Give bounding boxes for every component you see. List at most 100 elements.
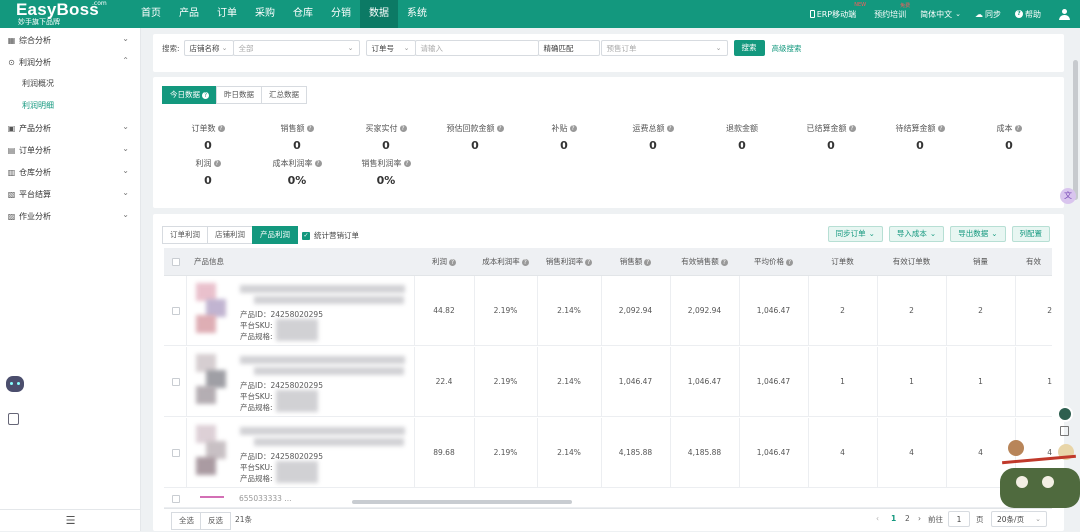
- product-thumbnail[interactable]: [196, 283, 226, 337]
- sidebar-item-1[interactable]: ▦ 综合分析 ⌄: [0, 29, 140, 51]
- training-link[interactable]: 预约培训 免费: [874, 3, 910, 20]
- order-field-select[interactable]: 订单号 ⌄: [365, 40, 416, 56]
- sidebar-item-4[interactable]: ▤ 订单分析 ⌄: [0, 139, 140, 161]
- table-cell: 2.14%: [557, 448, 581, 457]
- page-2[interactable]: 2: [905, 514, 910, 523]
- table-action-button-2[interactable]: 导入成本 ⌄: [888, 226, 945, 242]
- nav-item-7[interactable]: 数据: [360, 0, 398, 28]
- order-number-input[interactable]: 请输入: [414, 40, 539, 56]
- document-icon[interactable]: [8, 413, 19, 425]
- horizontal-scrollbar[interactable]: [352, 500, 572, 504]
- row-checkbox[interactable]: [172, 449, 180, 457]
- sidebar-item-6[interactable]: ▧ 平台结算 ⌄: [0, 183, 140, 205]
- row-checkbox[interactable]: [172, 495, 180, 503]
- stats-tab-3[interactable]: 汇总数据: [261, 86, 307, 104]
- question-icon: ?: [848, 125, 856, 132]
- page-size-select[interactable]: 20条/页 ⌄: [991, 511, 1047, 527]
- product-thumbnail[interactable]: [196, 425, 226, 479]
- nav-item-8[interactable]: 系统: [398, 0, 436, 28]
- table-action-button-1[interactable]: 同步订单 ⌄: [827, 226, 883, 242]
- column-header-5[interactable]: 销售额?: [601, 248, 670, 276]
- nav-item-2[interactable]: 产品: [170, 0, 208, 28]
- stat-label: 已结算金额: [806, 124, 847, 133]
- column-header-3[interactable]: 成本利润率?: [474, 248, 537, 276]
- profit-tab-2[interactable]: 店铺利润: [207, 226, 253, 244]
- profit-tab-3[interactable]: 产品利润: [252, 226, 298, 244]
- nav-item-3[interactable]: 订单: [208, 0, 246, 28]
- exact-match-toggle[interactable]: 精确匹配: [537, 40, 600, 56]
- brand-logo[interactable]: EasyBoss .com 妙手旗下品牌: [16, 1, 107, 26]
- select-all-checkbox[interactable]: [172, 258, 180, 266]
- table-row[interactable]: 655033333 ...: [164, 488, 1052, 508]
- column-header-7[interactable]: 平均价格?: [739, 248, 808, 276]
- chat-robot-icon[interactable]: [6, 376, 24, 392]
- help-button[interactable]: ? 帮助: [1015, 9, 1041, 20]
- column-header-2[interactable]: 利润?: [414, 248, 474, 276]
- column-header-1[interactable]: 产品信息: [186, 248, 414, 276]
- column-header-label: 订单数: [831, 257, 854, 266]
- search-button[interactable]: 搜索: [733, 40, 765, 56]
- store-field-select[interactable]: 店铺名称 ⌄: [183, 40, 234, 56]
- nav-item-4[interactable]: 采购: [246, 0, 284, 28]
- table-row[interactable]: 产品ID：24258020295 平台SKU: 产品规格: 44.82 2.19% 2.1…: [164, 276, 1052, 346]
- nav-item-5[interactable]: 仓库: [284, 0, 322, 28]
- sidebar-item-3[interactable]: ▣ 产品分析 ⌄: [0, 117, 140, 139]
- table-cell: 2.19%: [493, 306, 518, 315]
- column-header-8[interactable]: 订单数: [808, 248, 877, 276]
- column-header-6[interactable]: 有效销售额?: [670, 248, 739, 276]
- user-icon: [1059, 8, 1070, 20]
- profit-tab-1[interactable]: 订单利润: [162, 226, 208, 244]
- sidebar-item-5[interactable]: ▥ 仓库分析 ⌄: [0, 161, 140, 183]
- translate-icon[interactable]: 文: [1060, 188, 1076, 204]
- collapse-menu-icon[interactable]: ☰: [0, 509, 141, 531]
- question-icon: ?: [666, 125, 674, 132]
- training-label: 预约培训: [874, 9, 907, 19]
- language-select[interactable]: 简体中文 ⌄: [920, 9, 961, 20]
- chevron-down-icon: ⌄: [1035, 515, 1041, 523]
- stats-tab-1[interactable]: 今日数据?: [162, 86, 217, 104]
- blurred-title-block: [240, 427, 405, 435]
- select-all-button[interactable]: 全选: [171, 512, 202, 530]
- page-1[interactable]: 1: [891, 514, 896, 523]
- user-avatar[interactable]: [1059, 8, 1070, 20]
- column-header-11[interactable]: 有效: [1015, 248, 1052, 276]
- column-header-10[interactable]: 销量: [946, 248, 1015, 276]
- stat-item: 预估回款金额? 0: [430, 123, 520, 152]
- nav-item-6[interactable]: 分销: [322, 0, 360, 28]
- stats-tab-label: 今日数据: [170, 90, 200, 99]
- table-row[interactable]: 产品ID：24258020295 平台SKU: 产品规格: 22.4 2.19% 2.14…: [164, 347, 1052, 417]
- table-cell: 4: [840, 448, 845, 457]
- mascot-decoration-icon[interactable]: [1000, 440, 1080, 510]
- advanced-search-link[interactable]: 高级搜索: [772, 43, 802, 54]
- table-actions: 同步订单 ⌄ 导入成本 ⌄ 导出数据 ⌄ 列配置: [822, 226, 1050, 242]
- presale-order-select[interactable]: 预售订单 ⌄: [600, 40, 728, 56]
- include-marketing-checkbox[interactable]: ✓ 统计营销订单: [302, 230, 359, 241]
- goto-page-input[interactable]: 1: [948, 511, 970, 527]
- store-select[interactable]: 全部 ⌄: [232, 40, 360, 56]
- sidebar-subitem-2[interactable]: 利润明细: [0, 95, 140, 117]
- nav-item-1[interactable]: 首页: [132, 0, 170, 28]
- table-action-button-3[interactable]: 导出数据 ⌄: [950, 226, 1006, 242]
- prev-page-icon[interactable]: ‹: [876, 514, 879, 523]
- sidebar-item-7[interactable]: ▨ 作业分析 ⌄: [0, 205, 140, 227]
- row-checkbox[interactable]: [172, 307, 180, 315]
- sync-button[interactable]: ☁ 同步: [975, 9, 1001, 20]
- stats-tab-2[interactable]: 昨日数据: [216, 86, 262, 104]
- row-checkbox[interactable]: [172, 378, 180, 386]
- column-header-9[interactable]: 有效订单数: [877, 248, 946, 276]
- erp-mobile-link[interactable]: ERP移动端 NEW: [809, 2, 866, 20]
- table-row[interactable]: 产品ID：24258020295 平台SKU: 产品规格: 89.68 2.19% 2.1…: [164, 418, 1052, 488]
- invert-selection-button[interactable]: 反选: [200, 512, 231, 530]
- table-action-button-4[interactable]: 列配置: [1011, 226, 1050, 242]
- assistant-avatar-icon[interactable]: [1057, 406, 1073, 422]
- column-header-4[interactable]: 销售利润率?: [537, 248, 601, 276]
- sidebar-item-2[interactable]: ⊙ 利润分析 ⌃: [0, 51, 140, 73]
- sidebar-subitem-1[interactable]: 利润概况: [0, 73, 140, 95]
- page-size-value: 20条/页: [997, 514, 1025, 524]
- help-icon: ?: [1015, 10, 1023, 18]
- note-icon[interactable]: [1060, 426, 1069, 436]
- product-thumbnail[interactable]: [196, 354, 226, 408]
- question-icon: ?: [217, 125, 225, 132]
- page-scrollbar[interactable]: [1073, 60, 1078, 200]
- next-page-icon[interactable]: ›: [918, 514, 921, 523]
